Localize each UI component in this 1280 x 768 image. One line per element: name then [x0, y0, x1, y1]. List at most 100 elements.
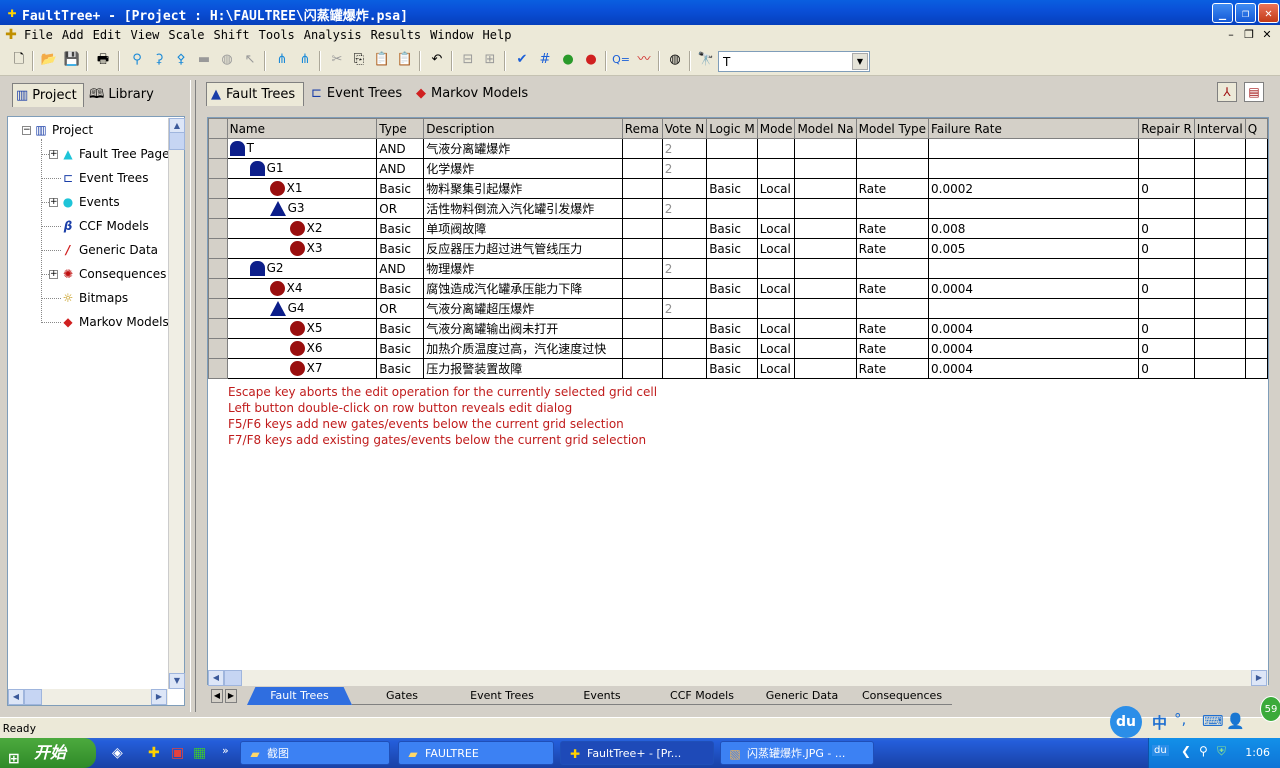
tree-item-project[interactable]: ▥ Project [33, 120, 93, 140]
cell-description[interactable]: 气液分离罐输出阀未打开 [423, 318, 623, 339]
cell-description[interactable]: 腐蚀造成汽化罐承压能力下降 [423, 278, 623, 299]
cell-name[interactable]: T [226, 138, 378, 159]
cell-name[interactable]: G2 [226, 258, 378, 279]
cell-model-name[interactable] [794, 238, 857, 259]
cell-type[interactable]: Basic [376, 218, 425, 239]
column-header[interactable]: Interval [1193, 118, 1246, 139]
cell-failure-rate[interactable]: 0.0004 [928, 358, 1140, 379]
cell-interval[interactable] [1193, 198, 1246, 219]
cell-rema[interactable] [621, 198, 663, 219]
cell-vote[interactable] [661, 238, 708, 259]
cell-name[interactable]: G1 [226, 158, 378, 179]
cell-type[interactable]: Basic [376, 338, 425, 359]
cell-mode[interactable] [756, 298, 796, 319]
cell-repair[interactable]: 0 [1138, 278, 1195, 299]
cell-rema[interactable] [621, 158, 663, 179]
cell-rema[interactable] [621, 218, 663, 239]
tab-event-trees[interactable]: ⊏ Event Trees [307, 82, 407, 106]
link-event-icon[interactable]: ⋔ [296, 51, 314, 69]
cell-mode[interactable] [756, 258, 796, 279]
cell-description[interactable]: 物理爆炸 [423, 258, 623, 279]
row-button[interactable] [208, 198, 228, 219]
row-button[interactable] [208, 338, 228, 359]
cell-rema[interactable] [621, 278, 663, 299]
tree-item-events[interactable]: ● Events [60, 192, 120, 212]
table-row[interactable]: X3 Basic 反应器压力超过进气管线压力 Basic Local Rate 0.005 0 [208, 238, 1268, 259]
cell-model-name[interactable] [794, 198, 857, 219]
cell-mode[interactable]: Local [756, 358, 796, 379]
cell-description[interactable]: 单项阀故障 [423, 218, 623, 239]
column-header[interactable]: Mode [756, 118, 796, 139]
cell-model-name[interactable] [794, 358, 857, 379]
check-icon[interactable]: ✔ [513, 51, 531, 69]
cell-type[interactable]: Basic [376, 278, 425, 299]
tree-item-event-trees[interactable]: ⊏ Event Trees [60, 168, 148, 188]
grid-icon[interactable]: # [536, 51, 554, 69]
menu-window[interactable]: Window [430, 28, 473, 42]
cell-name[interactable]: X1 [226, 178, 378, 199]
cell-interval[interactable] [1193, 158, 1246, 179]
cell-type[interactable]: Basic [376, 358, 425, 379]
cell-model-name[interactable] [794, 178, 857, 199]
task-button[interactable]: ▰ FAULTREE [398, 741, 554, 765]
mdi-close-button[interactable]: ✕ [1258, 28, 1276, 41]
mdi-minimize-button[interactable]: – [1222, 28, 1240, 41]
tab-project[interactable]: ▥ Project [12, 83, 84, 107]
collapse-icon[interactable]: ⊟ [459, 51, 477, 69]
cell-vote[interactable]: 2 [661, 258, 708, 279]
table-row[interactable]: T AND 气液分离罐爆炸 2 [208, 138, 1268, 159]
tree-item-ccf-models[interactable]: β CCF Models [60, 216, 149, 236]
add-condition-icon[interactable]: ◍ [218, 51, 236, 69]
quantify-icon[interactable]: Q= [612, 51, 630, 69]
cell-type[interactable]: AND [376, 158, 425, 179]
menu-add[interactable]: Add [62, 28, 84, 42]
cell-model-type[interactable]: Rate [855, 178, 930, 199]
notification-badge[interactable]: 59 [1260, 696, 1280, 722]
tab-fault-trees[interactable]: ▲ Fault Trees [206, 82, 304, 106]
collapse-toggle[interactable]: − [22, 126, 31, 135]
column-header[interactable]: Failure Rate [928, 118, 1140, 139]
sheet-tab-gates[interactable]: Gates [352, 687, 452, 705]
menu-analysis[interactable]: Analysis [304, 28, 362, 42]
cell-description[interactable]: 活性物料倒流入汽化罐引发爆炸 [423, 198, 623, 219]
cell-q[interactable] [1244, 358, 1268, 379]
chevron-down-icon[interactable]: ▼ [852, 53, 868, 70]
network-icon[interactable]: ⚲ [1199, 744, 1208, 758]
cell-q[interactable] [1244, 258, 1268, 279]
cell-mode[interactable]: Local [756, 278, 796, 299]
cell-mode[interactable]: Local [756, 178, 796, 199]
paste-icon[interactable]: 📋 [373, 51, 391, 69]
pointer-icon[interactable]: ↖ [241, 51, 259, 69]
tree-item-generic-data[interactable]: / Generic Data [60, 240, 158, 260]
cell-rema[interactable] [621, 178, 663, 199]
minimize-button[interactable]: _ [1212, 3, 1233, 23]
sheet-tab-consequences[interactable]: Consequences [852, 687, 952, 705]
cell-vote[interactable]: 2 [661, 198, 708, 219]
cell-model-type[interactable]: Rate [855, 338, 930, 359]
cell-q[interactable] [1244, 238, 1268, 259]
task-button[interactable]: ✚ FaultTree+ - [Pr... [560, 741, 714, 765]
cell-failure-rate[interactable]: 0.0004 [928, 318, 1140, 339]
cell-description[interactable]: 加热介质温度过高，汽化速度过快 [423, 338, 623, 359]
prev-sheet-icon[interactable]: ◀ [211, 689, 223, 703]
print-icon[interactable]: 🖶 [94, 51, 112, 69]
chevron-right-icon[interactable]: » [222, 744, 229, 757]
table-row[interactable]: X4 Basic 腐蚀造成汽化罐承压能力下降 Basic Local Rate 0.0004… [208, 278, 1268, 299]
cell-description[interactable]: 反应器压力超过进气管线压力 [423, 238, 623, 259]
chart-icon[interactable]: 〰 [635, 51, 653, 69]
row-button[interactable] [208, 298, 228, 319]
sheet-tab-events[interactable]: Events [552, 687, 652, 705]
cell-failure-rate[interactable]: 0.005 [928, 238, 1140, 259]
cell-type[interactable]: OR [376, 298, 425, 319]
cell-rema[interactable] [621, 258, 663, 279]
sheet-tab-generic-data[interactable]: Generic Data [752, 687, 852, 705]
cell-vote[interactable]: 2 [661, 298, 708, 319]
cell-logic[interactable] [706, 258, 758, 279]
row-button[interactable] [208, 318, 228, 339]
close-button[interactable]: ✕ [1258, 3, 1279, 23]
globe-icon[interactable]: ◍ [666, 51, 684, 69]
menu-help[interactable]: Help [483, 28, 512, 42]
keyboard-icon[interactable]: ⌨ [1202, 712, 1224, 730]
cell-q[interactable] [1244, 198, 1268, 219]
cell-logic[interactable]: Basic [706, 338, 758, 359]
